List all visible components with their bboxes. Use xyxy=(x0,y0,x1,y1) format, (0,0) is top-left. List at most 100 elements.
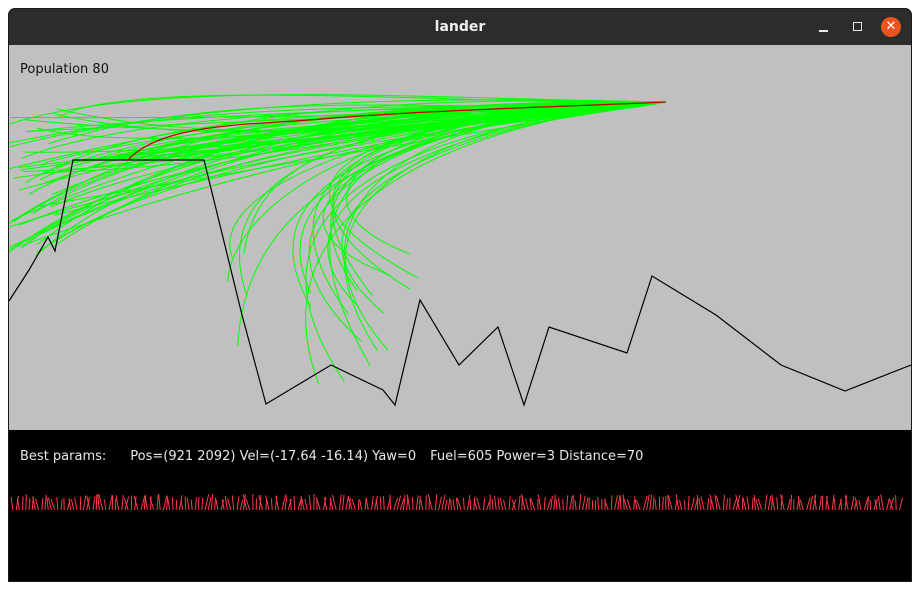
gene-tick xyxy=(92,496,96,511)
gene-tick xyxy=(582,495,586,511)
gene-tick xyxy=(82,495,87,511)
gene-tick xyxy=(469,499,472,511)
gene-tick xyxy=(370,495,374,511)
gene-tick xyxy=(239,499,244,511)
gene-tick xyxy=(889,497,895,511)
gene-tick xyxy=(732,497,738,511)
gene-tick xyxy=(28,498,31,511)
gene-tick xyxy=(425,495,427,511)
gene-tick xyxy=(799,499,804,511)
gene-tick xyxy=(194,497,197,511)
gene-tick xyxy=(764,494,768,511)
gene-tick xyxy=(518,495,521,511)
gene-tick xyxy=(869,499,872,511)
gene-tick xyxy=(814,495,817,511)
gene-tick xyxy=(662,496,664,511)
gene-tick xyxy=(491,499,494,511)
gene-tick xyxy=(207,497,212,511)
gene-tick xyxy=(415,495,419,511)
trajectory-group xyxy=(9,94,667,384)
gene-tick xyxy=(308,494,312,511)
gene-tick xyxy=(679,499,683,511)
gene-tick xyxy=(674,499,678,511)
gene-tick xyxy=(103,499,107,511)
gene-tick xyxy=(41,497,44,511)
gene-tick xyxy=(215,499,219,511)
gene-tick xyxy=(751,497,754,511)
gene-tick xyxy=(418,495,421,511)
minimize-icon xyxy=(819,30,828,32)
gene-tick xyxy=(696,494,699,511)
gene-tick xyxy=(753,494,756,511)
gene-tick xyxy=(293,495,296,511)
gene-tick xyxy=(706,498,710,511)
gene-tick xyxy=(790,494,793,511)
gene-tick xyxy=(877,496,881,511)
gene-tick xyxy=(482,498,486,511)
gene-tick xyxy=(617,495,621,511)
gene-tick xyxy=(569,495,573,511)
gene-tick xyxy=(438,496,442,511)
gene-tick xyxy=(831,494,835,511)
gene-tick xyxy=(700,496,705,511)
gene-tick xyxy=(742,496,747,511)
gene-tick xyxy=(108,494,113,511)
maximize-button[interactable] xyxy=(848,17,868,37)
gene-tick xyxy=(550,495,553,511)
gene-tick xyxy=(402,494,406,511)
gene-tick xyxy=(304,498,308,511)
gene-tick xyxy=(806,497,811,511)
trajectory-line xyxy=(292,101,667,308)
gene-tick xyxy=(231,495,235,511)
gene-tick xyxy=(757,498,763,511)
gene-tick xyxy=(619,494,622,511)
gene-tick xyxy=(786,499,791,511)
gene-tick xyxy=(172,497,174,511)
gene-tick xyxy=(351,499,356,511)
gene-tick xyxy=(441,494,446,511)
gene-tick xyxy=(886,498,890,511)
gene-tick xyxy=(610,495,613,511)
gene-tick xyxy=(70,499,75,511)
gene-tick xyxy=(555,499,558,511)
gene-tick xyxy=(578,494,582,511)
gene-tick xyxy=(690,497,695,511)
gene-tick xyxy=(898,497,904,511)
population-label: Population 80 xyxy=(20,62,109,77)
maximize-icon xyxy=(853,22,862,31)
gene-tick xyxy=(543,496,546,511)
gene-tick xyxy=(553,494,556,511)
gene-tick xyxy=(214,497,217,511)
gene-tick xyxy=(144,496,148,511)
gene-tick xyxy=(585,497,589,511)
gene-tick xyxy=(767,496,772,511)
gene-tick xyxy=(755,499,760,511)
gene-tick xyxy=(746,496,750,511)
gene-tick xyxy=(186,498,190,511)
gene-tick xyxy=(537,494,542,511)
gene-tick xyxy=(379,496,382,511)
gene-tick xyxy=(525,498,529,511)
gene-tick xyxy=(365,498,369,511)
minimize-button[interactable] xyxy=(814,17,834,37)
gene-tick xyxy=(574,499,577,511)
best-params-label: Best params: xyxy=(20,449,107,464)
gene-tick xyxy=(95,494,98,511)
gene-tick xyxy=(56,497,59,511)
gene-tick xyxy=(497,497,500,511)
gene-tick xyxy=(562,499,564,511)
gene-tick xyxy=(184,496,187,511)
close-button[interactable]: ✕ xyxy=(881,17,901,37)
gene-tick xyxy=(236,496,240,511)
title-bar[interactable]: lander ✕ xyxy=(9,9,911,45)
gene-tick xyxy=(489,494,491,511)
gene-tick xyxy=(503,499,507,511)
gene-tick xyxy=(622,494,625,511)
gene-tick xyxy=(342,494,345,511)
gene-tick xyxy=(895,495,897,511)
gene-tick xyxy=(698,497,702,511)
gene-tick xyxy=(338,494,342,511)
gene-tick xyxy=(16,498,20,511)
gene-tick xyxy=(204,494,210,511)
gene-tick xyxy=(444,499,448,511)
